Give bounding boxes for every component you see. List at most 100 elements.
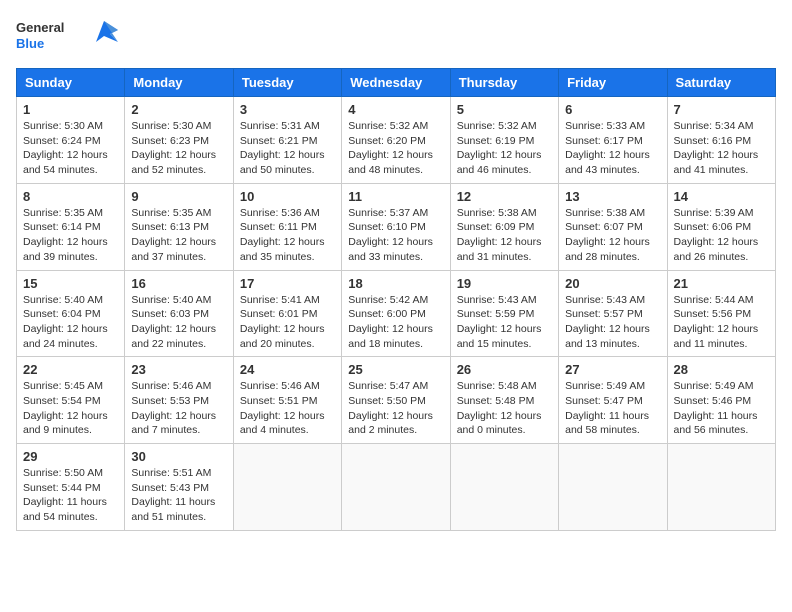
calendar-cell <box>667 444 775 531</box>
day-number: 18 <box>348 276 443 291</box>
day-info: Sunrise: 5:35 AM Sunset: 6:13 PM Dayligh… <box>131 206 226 265</box>
day-number: 9 <box>131 189 226 204</box>
day-info: Sunrise: 5:44 AM Sunset: 5:56 PM Dayligh… <box>674 293 769 352</box>
day-number: 24 <box>240 362 335 377</box>
day-info: Sunrise: 5:51 AM Sunset: 5:43 PM Dayligh… <box>131 466 226 525</box>
day-info: Sunrise: 5:40 AM Sunset: 6:04 PM Dayligh… <box>23 293 118 352</box>
calendar-cell: 4 Sunrise: 5:32 AM Sunset: 6:20 PM Daylig… <box>342 97 450 184</box>
calendar-cell: 3 Sunrise: 5:31 AM Sunset: 6:21 PM Daylig… <box>233 97 341 184</box>
calendar-cell: 7 Sunrise: 5:34 AM Sunset: 6:16 PM Daylig… <box>667 97 775 184</box>
day-info: Sunrise: 5:37 AM Sunset: 6:10 PM Dayligh… <box>348 206 443 265</box>
day-info: Sunrise: 5:43 AM Sunset: 5:57 PM Dayligh… <box>565 293 660 352</box>
calendar-cell <box>233 444 341 531</box>
calendar-cell <box>559 444 667 531</box>
day-info: Sunrise: 5:49 AM Sunset: 5:46 PM Dayligh… <box>674 379 769 438</box>
calendar-cell: 5 Sunrise: 5:32 AM Sunset: 6:19 PM Daylig… <box>450 97 558 184</box>
calendar-cell: 10 Sunrise: 5:36 AM Sunset: 6:11 PM Dayli… <box>233 183 341 270</box>
day-info: Sunrise: 5:47 AM Sunset: 5:50 PM Dayligh… <box>348 379 443 438</box>
day-number: 26 <box>457 362 552 377</box>
calendar-cell: 19 Sunrise: 5:43 AM Sunset: 5:59 PM Dayli… <box>450 270 558 357</box>
day-number: 28 <box>674 362 769 377</box>
weekday-header-thursday: Thursday <box>450 69 558 97</box>
weekday-header-monday: Monday <box>125 69 233 97</box>
day-number: 20 <box>565 276 660 291</box>
day-number: 2 <box>131 102 226 117</box>
calendar-cell: 14Sunrise: 5:39 AM Sunset: 6:06 PM Dayli… <box>667 183 775 270</box>
day-info: Sunrise: 5:30 AM Sunset: 6:24 PM Dayligh… <box>23 119 118 178</box>
logo-bird-svg <box>90 16 118 56</box>
calendar-cell: 13Sunrise: 5:38 AM Sunset: 6:07 PM Dayli… <box>559 183 667 270</box>
weekday-header-wednesday: Wednesday <box>342 69 450 97</box>
calendar-week-1: 1 Sunrise: 5:30 AM Sunset: 6:24 PM Daylig… <box>17 97 776 184</box>
calendar-cell: 16 Sunrise: 5:40 AM Sunset: 6:03 PM Dayli… <box>125 270 233 357</box>
day-number: 19 <box>457 276 552 291</box>
calendar-cell: 29Sunrise: 5:50 AM Sunset: 5:44 PM Dayli… <box>17 444 125 531</box>
calendar-cell: 22 Sunrise: 5:45 AM Sunset: 5:54 PM Dayli… <box>17 357 125 444</box>
day-info: Sunrise: 5:46 AM Sunset: 5:53 PM Dayligh… <box>131 379 226 438</box>
calendar-cell: 15 Sunrise: 5:40 AM Sunset: 6:04 PM Dayli… <box>17 270 125 357</box>
calendar-cell: 25 Sunrise: 5:47 AM Sunset: 5:50 PM Dayli… <box>342 357 450 444</box>
calendar-week-5: 29Sunrise: 5:50 AM Sunset: 5:44 PM Dayli… <box>17 444 776 531</box>
calendar-cell: 9 Sunrise: 5:35 AM Sunset: 6:13 PM Daylig… <box>125 183 233 270</box>
day-info: Sunrise: 5:33 AM Sunset: 6:17 PM Dayligh… <box>565 119 660 178</box>
calendar-cell <box>342 444 450 531</box>
calendar-table: SundayMondayTuesdayWednesdayThursdayFrid… <box>16 68 776 531</box>
day-info: Sunrise: 5:34 AM Sunset: 6:16 PM Dayligh… <box>674 119 769 178</box>
day-info: Sunrise: 5:46 AM Sunset: 5:51 PM Dayligh… <box>240 379 335 438</box>
day-info: Sunrise: 5:35 AM Sunset: 6:14 PM Dayligh… <box>23 206 118 265</box>
page-header: General Blue <box>16 16 776 56</box>
day-number: 23 <box>131 362 226 377</box>
day-number: 12 <box>457 189 552 204</box>
day-info: Sunrise: 5:39 AM Sunset: 6:06 PM Dayligh… <box>674 206 769 265</box>
general-blue-logo: General Blue <box>16 16 86 56</box>
day-number: 7 <box>674 102 769 117</box>
calendar-cell: 23 Sunrise: 5:46 AM Sunset: 5:53 PM Dayli… <box>125 357 233 444</box>
logo: General Blue <box>16 16 118 56</box>
day-number: 15 <box>23 276 118 291</box>
day-info: Sunrise: 5:32 AM Sunset: 6:20 PM Dayligh… <box>348 119 443 178</box>
weekday-header-tuesday: Tuesday <box>233 69 341 97</box>
day-info: Sunrise: 5:40 AM Sunset: 6:03 PM Dayligh… <box>131 293 226 352</box>
day-info: Sunrise: 5:41 AM Sunset: 6:01 PM Dayligh… <box>240 293 335 352</box>
day-number: 22 <box>23 362 118 377</box>
calendar-week-3: 15 Sunrise: 5:40 AM Sunset: 6:04 PM Dayli… <box>17 270 776 357</box>
day-info: Sunrise: 5:32 AM Sunset: 6:19 PM Dayligh… <box>457 119 552 178</box>
calendar-cell: 12 Sunrise: 5:38 AM Sunset: 6:09 PM Dayli… <box>450 183 558 270</box>
calendar-cell: 27 Sunrise: 5:49 AM Sunset: 5:47 PM Dayli… <box>559 357 667 444</box>
day-number: 4 <box>348 102 443 117</box>
day-number: 25 <box>348 362 443 377</box>
day-info: Sunrise: 5:45 AM Sunset: 5:54 PM Dayligh… <box>23 379 118 438</box>
day-info: Sunrise: 5:48 AM Sunset: 5:48 PM Dayligh… <box>457 379 552 438</box>
calendar-cell: 18 Sunrise: 5:42 AM Sunset: 6:00 PM Dayli… <box>342 270 450 357</box>
day-info: Sunrise: 5:36 AM Sunset: 6:11 PM Dayligh… <box>240 206 335 265</box>
calendar-cell: 21 Sunrise: 5:44 AM Sunset: 5:56 PM Dayli… <box>667 270 775 357</box>
day-info: Sunrise: 5:49 AM Sunset: 5:47 PM Dayligh… <box>565 379 660 438</box>
day-number: 3 <box>240 102 335 117</box>
day-number: 5 <box>457 102 552 117</box>
day-info: Sunrise: 5:43 AM Sunset: 5:59 PM Dayligh… <box>457 293 552 352</box>
day-number: 16 <box>131 276 226 291</box>
day-number: 1 <box>23 102 118 117</box>
calendar-week-4: 22 Sunrise: 5:45 AM Sunset: 5:54 PM Dayli… <box>17 357 776 444</box>
day-number: 17 <box>240 276 335 291</box>
calendar-cell: 24 Sunrise: 5:46 AM Sunset: 5:51 PM Dayli… <box>233 357 341 444</box>
weekday-header-sunday: Sunday <box>17 69 125 97</box>
day-number: 27 <box>565 362 660 377</box>
day-number: 10 <box>240 189 335 204</box>
calendar-header-row: SundayMondayTuesdayWednesdayThursdayFrid… <box>17 69 776 97</box>
day-number: 21 <box>674 276 769 291</box>
day-info: Sunrise: 5:38 AM Sunset: 6:09 PM Dayligh… <box>457 206 552 265</box>
calendar-cell <box>450 444 558 531</box>
day-number: 30 <box>131 449 226 464</box>
calendar-cell: 1 Sunrise: 5:30 AM Sunset: 6:24 PM Daylig… <box>17 97 125 184</box>
day-number: 6 <box>565 102 660 117</box>
calendar-cell: 30 Sunrise: 5:51 AM Sunset: 5:43 PM Dayli… <box>125 444 233 531</box>
calendar-cell: 2Sunrise: 5:30 AM Sunset: 6:23 PM Daylig… <box>125 97 233 184</box>
day-info: Sunrise: 5:42 AM Sunset: 6:00 PM Dayligh… <box>348 293 443 352</box>
calendar-cell: 17 Sunrise: 5:41 AM Sunset: 6:01 PM Dayli… <box>233 270 341 357</box>
day-number: 8 <box>23 189 118 204</box>
day-info: Sunrise: 5:38 AM Sunset: 6:07 PM Dayligh… <box>565 206 660 265</box>
svg-text:General: General <box>16 20 64 35</box>
calendar-week-2: 8 Sunrise: 5:35 AM Sunset: 6:14 PM Daylig… <box>17 183 776 270</box>
day-info: Sunrise: 5:31 AM Sunset: 6:21 PM Dayligh… <box>240 119 335 178</box>
